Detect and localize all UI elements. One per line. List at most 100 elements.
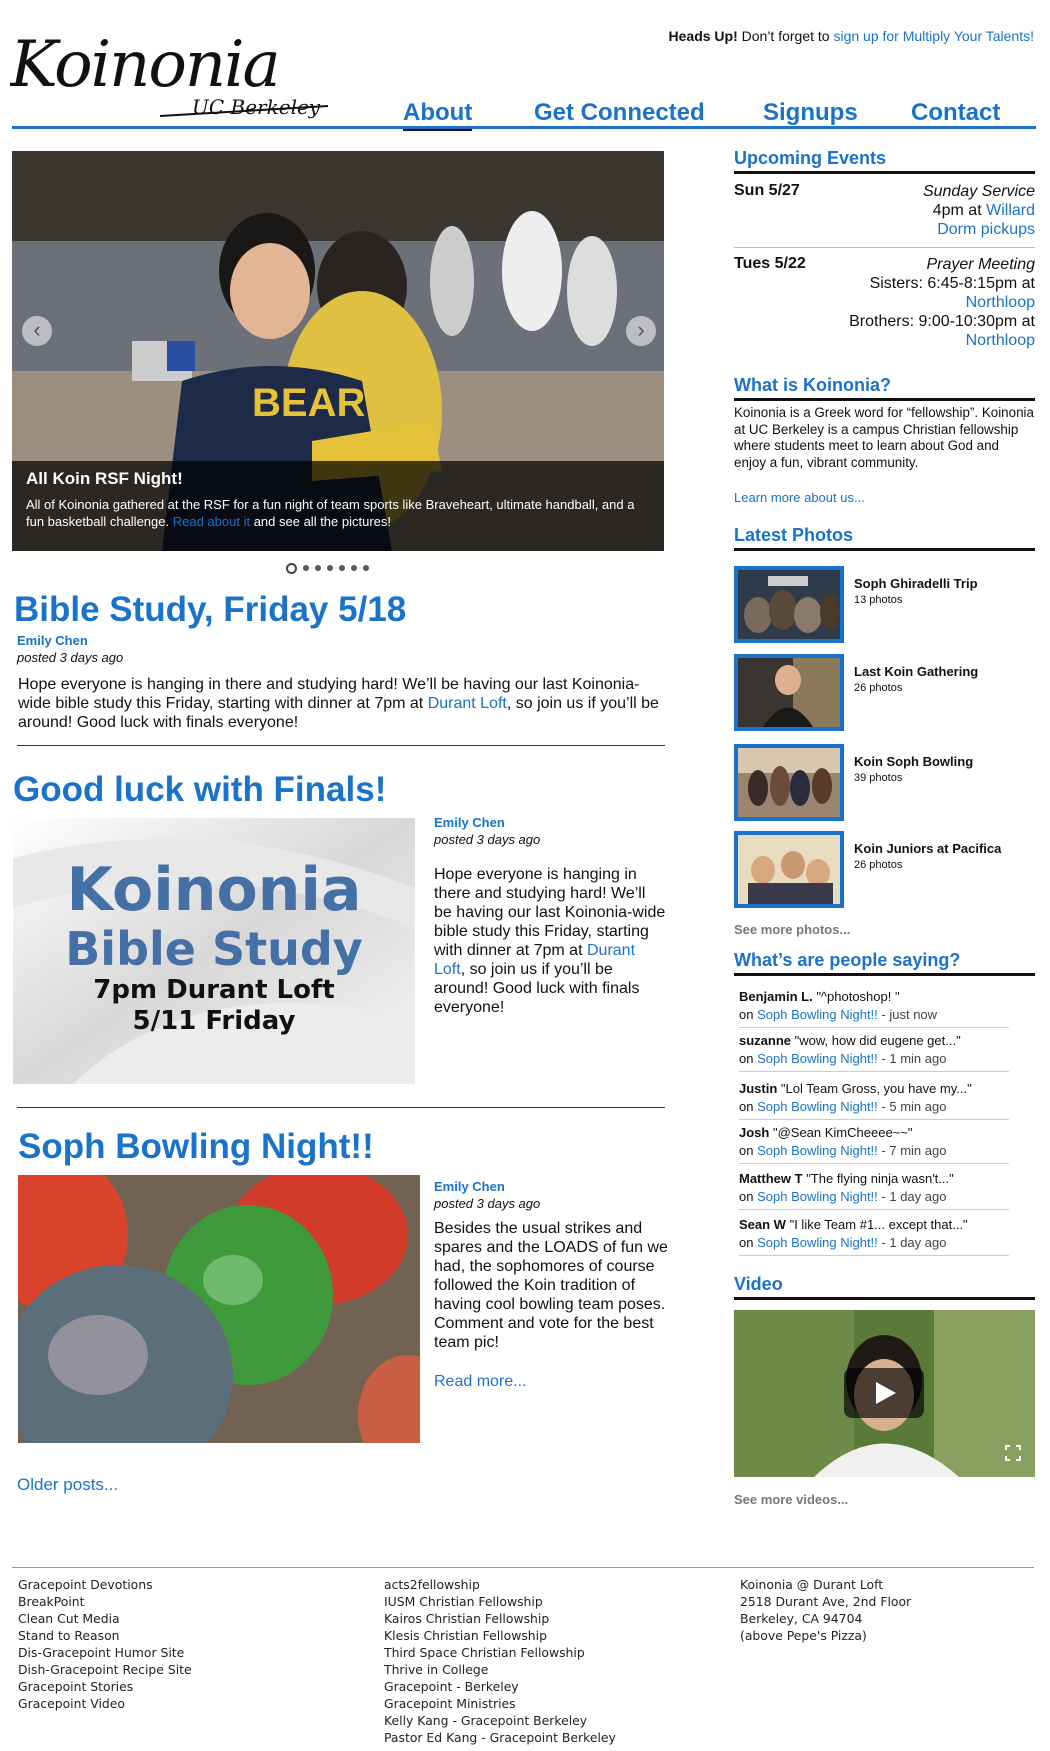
comment-quote[interactable]: "@Sean KimCheeee~~": [773, 1125, 913, 1140]
photo-thumb-3[interactable]: [734, 744, 844, 821]
post-1-title[interactable]: Bible Study, Friday 5/18: [14, 590, 406, 630]
event-2-sisters-place-link[interactable]: Northloop: [966, 294, 1035, 311]
comment-user[interactable]: Benjamin L.: [739, 989, 813, 1004]
post-1-posted: posted 3 days ago: [17, 650, 124, 665]
nav-contact[interactable]: Contact: [911, 99, 1000, 127]
comment-quote[interactable]: "I like Team #1... except that...": [790, 1217, 968, 1232]
footer-link[interactable]: acts2fellowship: [384, 1576, 616, 1593]
post-1-durant-link[interactable]: Durant Loft: [428, 695, 507, 712]
slider-dot-6[interactable]: [351, 565, 357, 571]
photo-3-count: 39 photos: [854, 772, 903, 784]
see-more-photos-link[interactable]: See more photos...: [734, 922, 850, 937]
heads-up-text: Don’t forget to: [741, 28, 830, 44]
footer-link[interactable]: Gracepoint Stories: [18, 1678, 192, 1695]
video-player[interactable]: [734, 1310, 1035, 1477]
footer-link[interactable]: Thrive in College: [384, 1661, 616, 1678]
slider-dot-7[interactable]: [363, 565, 369, 571]
photo-thumb-2[interactable]: [734, 654, 844, 731]
footer-link[interactable]: Gracepoint Devotions: [18, 1576, 192, 1593]
comment-post-link[interactable]: Soph Bowling Night!!: [757, 1235, 878, 1250]
comment-quote[interactable]: "^photoshop! ": [816, 989, 899, 1004]
logo-title: Koinonia: [10, 28, 279, 102]
event-2-name[interactable]: Prayer Meeting: [927, 256, 1036, 273]
comment-on: on: [739, 1051, 754, 1066]
slider-next-icon[interactable]: ›: [626, 316, 656, 346]
photo-4-title[interactable]: Koin Juniors at Pacifica: [854, 841, 1001, 856]
footer-link[interactable]: Kairos Christian Fellowship: [384, 1610, 616, 1627]
photo-thumb-4[interactable]: [734, 831, 844, 908]
post-2-author[interactable]: Emily Chen: [434, 815, 505, 830]
footer-link[interactable]: Gracepoint Video: [18, 1695, 192, 1712]
footer-link[interactable]: Dish-Gracepoint Recipe Site: [18, 1661, 192, 1678]
photo-2-count: 26 photos: [854, 682, 903, 694]
photo-3-title[interactable]: Koin Soph Bowling: [854, 754, 973, 769]
slider-dot-4[interactable]: [327, 565, 333, 571]
comment-post-link[interactable]: Soph Bowling Night!!: [757, 1189, 878, 1204]
see-more-videos-link[interactable]: See more videos...: [734, 1492, 848, 1507]
slider-dot-5[interactable]: [339, 565, 345, 571]
comment-quote[interactable]: "Lol Team Gross, you have my...": [781, 1081, 972, 1096]
comment-time: - 7 min ago: [881, 1143, 947, 1158]
comment-user[interactable]: Justin: [739, 1081, 777, 1096]
event-1-time: 4pm at: [932, 202, 982, 219]
comment-time: - 1 day ago: [881, 1235, 947, 1250]
footer-link[interactable]: Stand to Reason: [18, 1627, 192, 1644]
post-1-body: Hope everyone is hanging in there and st…: [18, 675, 670, 732]
post-3-body: Besides the usual strikes and spares and…: [434, 1220, 668, 1351]
slider-prev-icon[interactable]: ‹: [22, 316, 52, 346]
footer-link[interactable]: Third Space Christian Fellowship: [384, 1644, 616, 1661]
comment-post-link[interactable]: Soph Bowling Night!!: [757, 1051, 878, 1066]
slider-dot-3[interactable]: [315, 565, 321, 571]
comment-post-link[interactable]: Soph Bowling Night!!: [757, 1099, 878, 1114]
comment-user[interactable]: Matthew T: [739, 1171, 803, 1186]
event-1-place-link[interactable]: Willard: [986, 202, 1035, 219]
older-posts-link[interactable]: Older posts...: [17, 1475, 118, 1495]
post-3-author[interactable]: Emily Chen: [434, 1179, 505, 1194]
post-3-posted: posted 3 days ago: [434, 1196, 541, 1211]
footer-link[interactable]: Gracepoint - Berkeley: [384, 1678, 616, 1695]
learn-more-link[interactable]: Learn more about us...: [734, 490, 865, 505]
bowling-balls-photo[interactable]: [18, 1175, 420, 1443]
nav-signups[interactable]: Signups: [763, 99, 858, 127]
koinonia-logo[interactable]: Koinonia UC Berkeley: [10, 14, 340, 119]
event-1-date: Sun 5/27: [734, 182, 800, 199]
event-1-dorm-pickups-link[interactable]: Dorm pickups: [937, 221, 1035, 238]
post-1-author[interactable]: Emily Chen: [17, 633, 88, 648]
post-3-read-more[interactable]: Read more...: [434, 1372, 526, 1391]
event-2-date: Tues 5/22: [734, 255, 806, 272]
footer-link[interactable]: IUSM Christian Fellowship: [384, 1593, 616, 1610]
footer-link[interactable]: Gracepoint Ministries: [384, 1695, 616, 1712]
post-2-title[interactable]: Good luck with Finals!: [13, 770, 386, 810]
comment-user[interactable]: suzanne: [739, 1033, 791, 1048]
slider-text-after: and see all the pictures!: [253, 514, 392, 529]
event-2-brothers-place-link[interactable]: Northloop: [966, 332, 1035, 349]
footer-link[interactable]: Kelly Kang - Gracepoint Berkeley: [384, 1712, 616, 1729]
footer-link[interactable]: BreakPoint: [18, 1593, 192, 1610]
slider-read-link[interactable]: Read about it: [173, 514, 250, 529]
comment-post-link[interactable]: Soph Bowling Night!!: [757, 1143, 878, 1158]
bible-study-poster[interactable]: Koinonia Bible Study 7pm Durant Loft 5/1…: [13, 818, 415, 1084]
slider-dot-2[interactable]: [303, 565, 309, 571]
comment-post-link[interactable]: Soph Bowling Night!!: [757, 1007, 878, 1022]
post-3-title[interactable]: Soph Bowling Night!!: [18, 1127, 374, 1167]
photo-2-title[interactable]: Last Koin Gathering: [854, 664, 978, 679]
comment-user[interactable]: Sean W: [739, 1217, 786, 1232]
comment-quote[interactable]: "wow, how did eugene get...": [795, 1033, 961, 1048]
footer-rule: [12, 1567, 1034, 1568]
nav-get-connected[interactable]: Get Connected: [534, 99, 705, 127]
slider-dot-1[interactable]: [286, 562, 297, 574]
featured-slider[interactable]: BEAR ‹ › All Koin RSF Night! All of Koin…: [12, 151, 664, 551]
footer-link[interactable]: Pastor Ed Kang - Gracepoint Berkeley: [384, 1729, 616, 1746]
footer-address-line: 2518 Durant Ave, 2nd Floor: [740, 1594, 912, 1609]
event-1-name[interactable]: Sunday Service: [923, 183, 1035, 200]
post-2-body: Hope everyone is hanging in there and st…: [434, 865, 666, 1017]
photo-1-title[interactable]: Soph Ghiradelli Trip: [854, 576, 978, 591]
multiply-talents-link[interactable]: sign up for Multiply Your Talents!: [833, 28, 1034, 44]
footer-link[interactable]: Klesis Christian Fellowship: [384, 1627, 616, 1644]
footer-link[interactable]: Clean Cut Media: [18, 1610, 192, 1627]
comment-quote[interactable]: "The flying ninja wasn't...": [806, 1171, 954, 1186]
footer-link[interactable]: Dis-Gracepoint Humor Site: [18, 1644, 192, 1661]
post-divider: [17, 745, 665, 746]
photo-thumb-1[interactable]: [734, 566, 844, 643]
comment-user[interactable]: Josh: [739, 1125, 769, 1140]
